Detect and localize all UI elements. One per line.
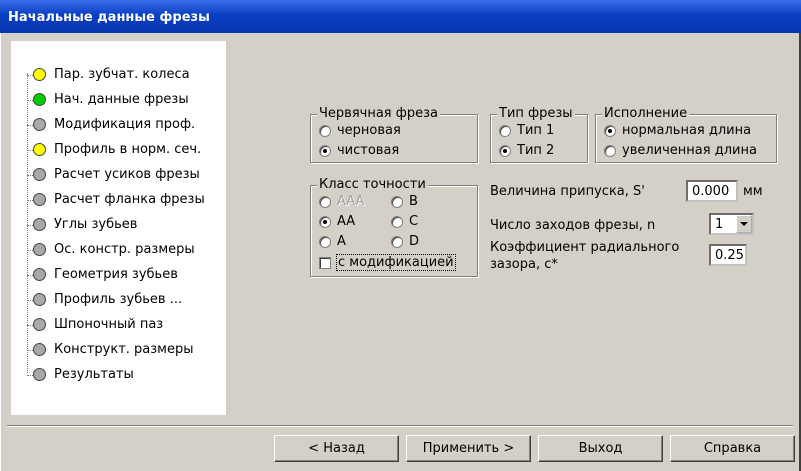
- tree-item-label: Нач. данные фрезы: [54, 92, 189, 107]
- tree-item-label: Геометрия зубьев: [54, 267, 178, 282]
- status-dot-icon: [33, 68, 46, 81]
- tree-item-normal-profile[interactable]: Профиль в норм. сеч.: [11, 140, 221, 160]
- tree-item-label: Пар. зубчат. колеса: [54, 67, 190, 82]
- hob-type-group: Червячная фреза черновая чистовая: [310, 107, 478, 163]
- execution-group: Исполнение нормальная длина увеличенная …: [595, 107, 777, 163]
- tree-item-label: Конструкт. размеры: [54, 342, 194, 357]
- tree-item-keyway[interactable]: Шпоночный паз: [11, 315, 221, 335]
- tree-item-tooth-angles[interactable]: Углы зубьев: [11, 215, 221, 235]
- accuracy-class-title: Класс точности: [317, 177, 428, 192]
- cutter-type-group: Тип фрезы Тип 1 Тип 2: [490, 107, 588, 163]
- tree-item-label: Шпоночный паз: [54, 317, 164, 332]
- tree-item-results[interactable]: Результаты: [11, 365, 221, 385]
- status-dot-icon: [33, 243, 46, 256]
- tree-item-label: Профиль в норм. сеч.: [54, 142, 202, 157]
- tree-item-label: Результаты: [54, 367, 134, 382]
- status-dot-icon: [33, 193, 46, 206]
- tree-item-label: Модификация проф.: [54, 117, 196, 132]
- footer-divider: [7, 425, 793, 427]
- clearance-label-line2: зазора, с*: [490, 257, 558, 272]
- tree-item-tip-relief[interactable]: Расчет усиков фрезы: [11, 165, 221, 185]
- tree-item-label: Расчет фланка фрезы: [54, 192, 205, 207]
- tree-item-label: Углы зубьев: [54, 217, 138, 232]
- apply-button[interactable]: Применить >: [406, 435, 531, 462]
- tree-item-profile-modification[interactable]: Модификация проф.: [11, 115, 221, 135]
- execution-title: Исполнение: [602, 106, 690, 121]
- status-dot-icon: [33, 168, 46, 181]
- tree-item-label: Профиль зубьев ...: [54, 292, 183, 307]
- cutter-type-title: Тип фрезы: [497, 106, 575, 121]
- allowance-input[interactable]: 0.000: [686, 180, 738, 202]
- status-dot-icon: [33, 318, 46, 331]
- tree-item-label: Расчет усиков фрезы: [54, 167, 200, 182]
- tree-item-gear-params[interactable]: Пар. зубчат. колеса: [11, 65, 221, 85]
- window-title: Начальные данные фрезы: [8, 10, 210, 25]
- starts-select-value: 1: [715, 217, 724, 232]
- clearance-input[interactable]: 0.25: [709, 244, 747, 266]
- status-dot-icon: [33, 293, 46, 306]
- clearance-label-line1: Коэффициент радиального: [490, 240, 680, 255]
- tree-item-tooth-profile[interactable]: Профиль зубьев ...: [11, 290, 221, 310]
- tree-item-tooth-geometry[interactable]: Геометрия зубьев: [11, 265, 221, 285]
- status-dot-icon: [33, 143, 46, 156]
- tree-item-design-dimensions[interactable]: Конструкт. размеры: [11, 340, 221, 360]
- status-dot-icon: [33, 93, 46, 106]
- accuracy-class-group: Класс точности AAA B AA C A D с модифика…: [310, 178, 478, 277]
- status-dot-icon: [33, 268, 46, 281]
- starts-select[interactable]: 1: [709, 213, 754, 235]
- tree-item-label: Ос. констр. размеры: [54, 242, 195, 257]
- status-dot-icon: [33, 218, 46, 231]
- allowance-unit: мм: [743, 184, 763, 199]
- exit-button[interactable]: Выход: [538, 435, 663, 462]
- dialog-body: Пар. зубчат. колеса Нач. данные фрезы Мо…: [0, 33, 801, 471]
- starts-label: Число заходов фрезы, n: [490, 218, 656, 233]
- tree-item-flank[interactable]: Расчет фланка фрезы: [11, 190, 221, 210]
- status-dot-icon: [33, 118, 46, 131]
- back-button[interactable]: < Назад: [274, 435, 399, 462]
- help-button[interactable]: Справка: [670, 435, 795, 462]
- navigation-tree: Пар. зубчат. колеса Нач. данные фрезы Мо…: [11, 41, 226, 415]
- tree-item-main-dimensions[interactable]: Ос. констр. размеры: [11, 240, 221, 260]
- allowance-label: Величина припуска, S': [490, 184, 645, 199]
- chevron-down-icon[interactable]: [736, 215, 752, 233]
- status-dot-icon: [33, 343, 46, 356]
- status-dot-icon: [33, 368, 46, 381]
- hob-type-title: Червячная фреза: [317, 106, 440, 121]
- title-bar: Начальные данные фрезы: [0, 0, 801, 33]
- tree-item-hob-initial-data[interactable]: Нач. данные фрезы: [11, 90, 221, 110]
